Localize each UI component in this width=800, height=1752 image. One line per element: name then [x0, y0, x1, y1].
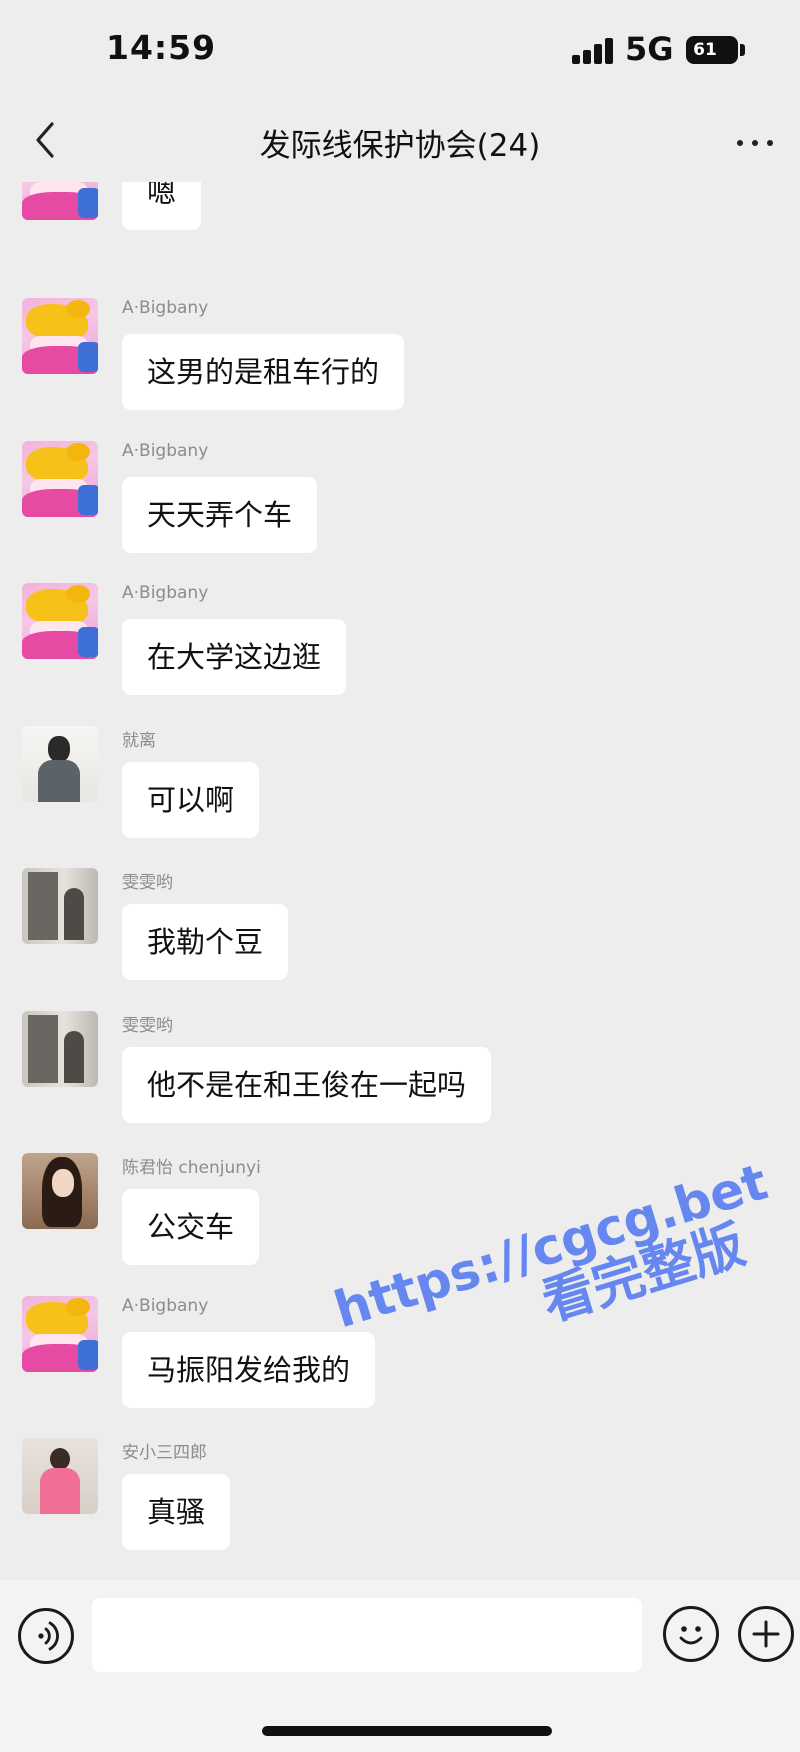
mirror-photo-avatar[interactable]: [22, 868, 98, 944]
more-button[interactable]: [733, 124, 777, 160]
sender-name: A·Bigbany: [122, 441, 209, 461]
blonde-cartoon-avatar[interactable]: [22, 1296, 98, 1372]
message-bubble[interactable]: 在大学这边逛: [122, 619, 347, 695]
message-bubble[interactable]: 他不是在和王俊在一起吗: [122, 1047, 492, 1123]
status-time: 14:59: [106, 28, 217, 67]
emoji-icon: [679, 1626, 703, 1645]
voice-button[interactable]: [18, 1608, 74, 1664]
battery-cap: [740, 44, 745, 56]
message-bubble[interactable]: 这男的是租车行的: [122, 334, 405, 410]
voice-icon: [38, 1621, 59, 1651]
pink-photo-avatar[interactable]: [22, 1438, 98, 1514]
message-bubble[interactable]: 我勒个豆: [122, 904, 289, 980]
sender-name: 雯雯哟: [122, 873, 173, 893]
sender-name: A·Bigbany: [122, 298, 209, 318]
message-input[interactable]: [92, 1598, 642, 1672]
blonde-cartoon-avatar[interactable]: [22, 182, 98, 220]
battery-level: 61: [693, 40, 717, 60]
sender-name: 安小三四郎: [122, 1443, 207, 1463]
sender-name: A·Bigbany: [122, 1296, 209, 1316]
nav-bar: 发际线保护协会(24): [0, 100, 800, 182]
sender-name: 陈君怡 chenjunyi: [122, 1158, 261, 1178]
more-dot-icon: [767, 140, 773, 146]
blonde-cartoon-avatar[interactable]: [22, 441, 98, 517]
plus-button[interactable]: [738, 1606, 794, 1662]
sender-name: 就离: [122, 731, 156, 751]
chat-title: 发际线保护协会(24): [259, 128, 541, 164]
network-label: 5G: [625, 30, 674, 68]
message-bubble[interactable]: 真骚: [122, 1474, 231, 1550]
more-dot-icon: [737, 140, 743, 146]
man-photo-avatar[interactable]: [22, 726, 98, 802]
more-dot-icon: [752, 140, 758, 146]
input-bar: [0, 1580, 800, 1752]
blonde-cartoon-avatar[interactable]: [22, 583, 98, 659]
signal-icon: [572, 38, 616, 64]
mirror-photo-avatar[interactable]: [22, 1011, 98, 1087]
sender-name: A·Bigbany: [122, 583, 209, 603]
message-bubble[interactable]: 嗯: [122, 182, 202, 230]
message-bubble[interactable]: 可以啊: [122, 762, 260, 838]
emoji-button[interactable]: [663, 1606, 719, 1662]
message-bubble[interactable]: 天天弄个车: [122, 477, 318, 553]
home-indicator[interactable]: [262, 1726, 552, 1736]
battery-icon: 61: [686, 36, 738, 64]
blonde-cartoon-avatar[interactable]: [22, 298, 98, 374]
sender-name: 雯雯哟: [122, 1016, 173, 1036]
status-bar: 14:59 5G 61: [0, 0, 800, 100]
message-bubble[interactable]: 公交车: [122, 1189, 260, 1265]
plus-icon: [752, 1620, 780, 1648]
girl-photo-avatar[interactable]: [22, 1153, 98, 1229]
